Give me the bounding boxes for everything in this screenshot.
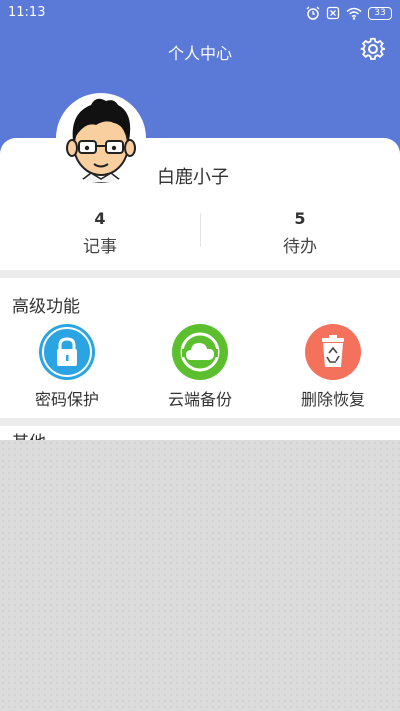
password-protection-button[interactable]: 密码保护	[12, 324, 122, 410]
password-protection-label: 密码保护	[34, 390, 99, 409]
lock-icon	[39, 324, 95, 380]
stat-todos[interactable]: 5 待办	[200, 209, 400, 257]
other-section-title: 其他	[12, 432, 46, 440]
wifi-icon	[346, 7, 362, 20]
notes-count: 4	[94, 209, 106, 228]
cloud-backup-button[interactable]: 云端备份	[145, 324, 255, 410]
section-divider	[0, 270, 400, 278]
cloud-icon	[172, 324, 228, 380]
notes-label: 记事	[83, 237, 117, 257]
avatar[interactable]	[56, 93, 146, 183]
advanced-section-title: 高级功能	[12, 297, 80, 317]
username: 白鹿小子	[157, 167, 229, 188]
battery-icon: 33	[368, 6, 392, 20]
delete-recovery-label: 删除恢复	[300, 390, 365, 409]
page-title: 个人中心	[167, 44, 232, 63]
recycle-bin-icon	[305, 324, 361, 380]
alarm-icon	[306, 6, 320, 20]
todos-count: 5	[294, 209, 306, 228]
overlay-blank-area	[0, 440, 400, 711]
status-icons: 33	[306, 6, 392, 20]
sim-icon	[326, 6, 340, 20]
delete-recovery-button[interactable]: 删除恢复	[278, 324, 388, 410]
cloud-backup-label: 云端备份	[167, 390, 232, 409]
stats-row: 4 记事 5 待办	[0, 205, 400, 265]
avatar-face-icon	[66, 98, 136, 183]
settings-gear-icon[interactable]	[360, 36, 386, 62]
stat-notes[interactable]: 4 记事	[0, 209, 200, 257]
section-divider	[0, 418, 400, 426]
todos-label: 待办	[283, 237, 317, 257]
status-time: 11:13	[8, 5, 46, 20]
status-bar: 11:13 33	[0, 0, 400, 28]
